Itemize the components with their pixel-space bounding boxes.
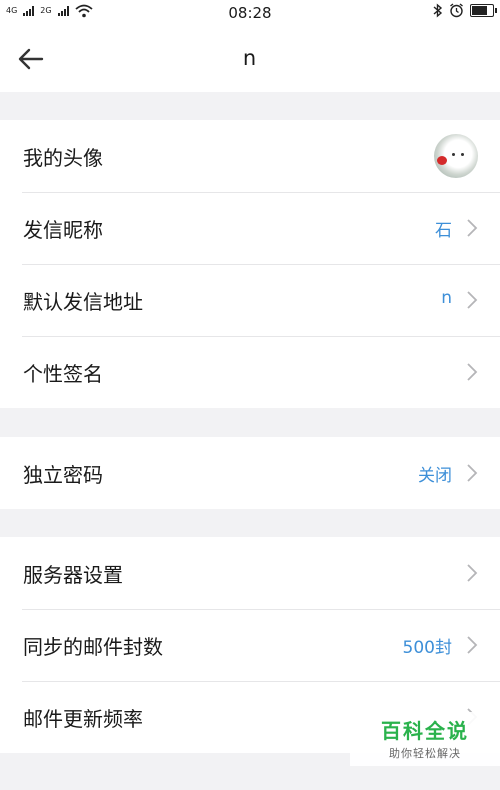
account-title: n [242, 46, 258, 70]
watermark-title: 百科全说 [381, 719, 469, 743]
alarm-icon [450, 3, 463, 18]
signature-row[interactable]: 个性签名 [0, 336, 500, 408]
row-value: 500封 [402, 638, 452, 658]
default-sender-address-row[interactable]: 默认发信地址 n [0, 264, 500, 336]
sender-nickname-row[interactable]: 发信昵称 石 [0, 192, 500, 264]
avatar-eye [461, 153, 464, 156]
row-label: 个性签名 [23, 362, 103, 386]
row-label: 发信昵称 [23, 218, 103, 242]
password-group: 独立密码 关闭 [0, 437, 500, 509]
avatar-row[interactable]: 我的头像 [0, 120, 500, 192]
sync-mail-count-row[interactable]: 同步的邮件封数 500封 [0, 609, 500, 681]
chevron-right-icon [467, 636, 478, 654]
row-label: 我的头像 [23, 146, 103, 170]
row-value: 关闭 [418, 466, 452, 486]
row-label: 同步的邮件封数 [23, 635, 163, 659]
nav-bar: n [0, 26, 500, 92]
avatar-eye [452, 153, 455, 156]
chevron-right-icon [467, 219, 478, 237]
profile-settings-group: 我的头像 发信昵称 石 默认发信地址 n 个性签名 [0, 120, 500, 408]
status-right [433, 3, 497, 18]
avatar [434, 134, 478, 178]
server-settings-row[interactable]: 服务器设置 [0, 537, 500, 609]
chevron-right-icon [467, 464, 478, 482]
row-label: 独立密码 [23, 463, 103, 487]
row-label: 邮件更新频率 [23, 707, 143, 731]
row-value: 石 [435, 221, 452, 241]
row-label: 服务器设置 [23, 563, 123, 587]
row-label: 默认发信地址 [23, 290, 143, 314]
bluetooth-icon [433, 3, 443, 18]
chevron-right-icon [467, 363, 478, 381]
chevron-right-icon [467, 564, 478, 582]
row-value: n [441, 288, 452, 308]
chevron-right-icon [467, 291, 478, 309]
avatar-flower [437, 156, 447, 165]
status-time: 08:28 [228, 4, 272, 22]
watermark-subtitle: 助你轻松解决 [389, 747, 461, 760]
battery-icon [470, 4, 497, 17]
independent-password-row[interactable]: 独立密码 关闭 [0, 437, 500, 509]
watermark: 百科全说 助你轻松解决 [350, 712, 500, 766]
status-bar: 4G 2G 08:28 [0, 0, 500, 26]
